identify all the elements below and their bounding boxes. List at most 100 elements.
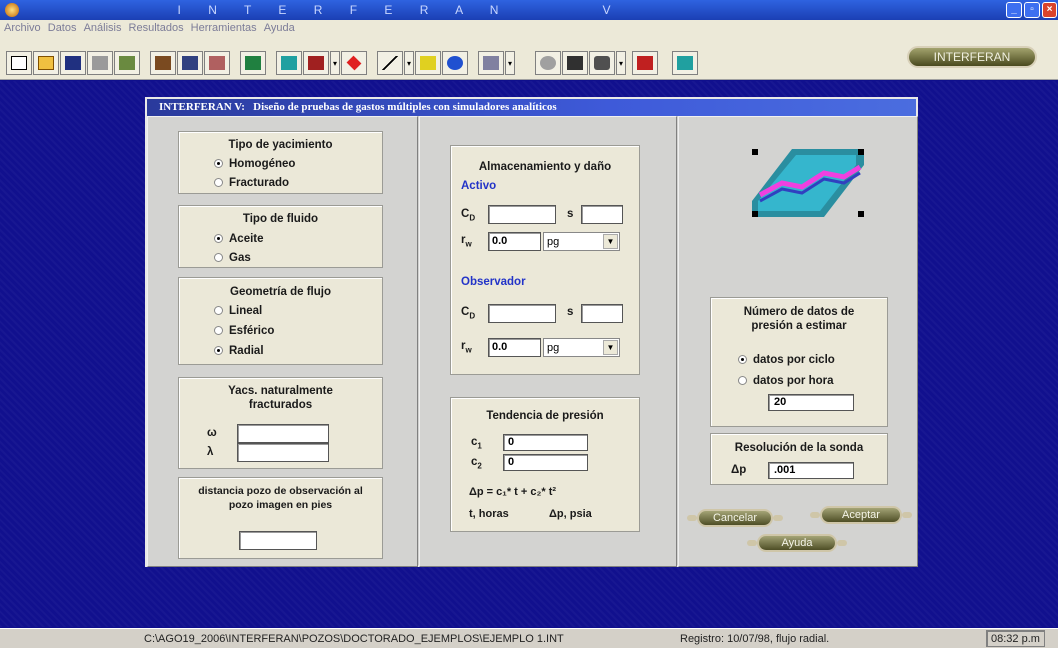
- omega-input[interactable]: [237, 424, 329, 443]
- report-dropdown-icon[interactable]: ▾: [330, 51, 340, 75]
- menu-datos[interactable]: Datos: [44, 20, 77, 34]
- activo-rw-input[interactable]: 0.0: [488, 232, 541, 251]
- radio-selected-icon: [214, 159, 223, 168]
- radio-radial[interactable]: Radial: [214, 345, 264, 357]
- probe-resolution-group: Resolución de la sonda Δp .001: [710, 433, 888, 485]
- obs-cd-input[interactable]: [488, 304, 556, 323]
- reservoir-type-group: Tipo de yacimiento Homogéneo Fracturado: [178, 131, 383, 194]
- pressure-trend-title: Tendencia de presión: [486, 410, 604, 422]
- activo-s-input[interactable]: [581, 205, 623, 224]
- dialog-title: INTERFERAN V: Diseño de pruebas de gasto…: [147, 99, 916, 116]
- maximize-button[interactable]: ▫: [1024, 2, 1040, 18]
- probe-resolution-input[interactable]: .001: [768, 462, 854, 479]
- menu-herramientas[interactable]: Herramientas: [187, 20, 257, 34]
- gear-dropdown-icon[interactable]: ▾: [616, 51, 626, 75]
- design-dialog: INTERFERAN V: Diseño de pruebas de gasto…: [145, 97, 918, 567]
- monitor-icon[interactable]: [562, 51, 588, 75]
- status-clock: 08:32 p.m: [986, 630, 1045, 647]
- flow-geometry-title: Geometría de flujo: [230, 286, 331, 298]
- save-icon[interactable]: [60, 51, 86, 75]
- radio-datos-por-ciclo[interactable]: datos por ciclo: [738, 354, 835, 366]
- storage-damage-group: Almacenamiento y daño Activo CD s rw 0.0…: [450, 145, 640, 375]
- activo-cd-input[interactable]: [488, 205, 556, 224]
- reservoir-type-title: Tipo de yacimiento: [228, 139, 333, 151]
- accept-button[interactable]: Aceptar: [810, 506, 912, 524]
- tools-icon[interactable]: [632, 51, 658, 75]
- pressure-units-label: Δp, psia: [549, 508, 592, 520]
- middle-column: Almacenamiento y daño Activo CD s rw 0.0…: [419, 116, 677, 567]
- chevron-down-icon[interactable]: ▼: [603, 234, 618, 249]
- plot-window-icon[interactable]: [276, 51, 302, 75]
- obs-s-label: s: [567, 306, 574, 318]
- line-tool-icon[interactable]: [377, 51, 403, 75]
- status-bar: C:\AGO19_2006\INTERFERAN\POZOS\DOCTORADO…: [0, 628, 1058, 648]
- obs-unit-select[interactable]: pg ▼: [543, 338, 620, 357]
- open-folder-icon[interactable]: [33, 51, 59, 75]
- radio-fracturado[interactable]: Fracturado: [214, 177, 289, 189]
- image-distance-input[interactable]: [239, 531, 317, 550]
- report-icon[interactable]: [303, 51, 329, 75]
- save-disabled-icon[interactable]: [87, 51, 113, 75]
- gear-icon[interactable]: [589, 51, 615, 75]
- disk-icon[interactable]: [535, 51, 561, 75]
- activo-cd-label: CD: [461, 208, 476, 223]
- image-distance-group: distancia pozo de observación al pozo im…: [178, 477, 383, 559]
- crosshair-icon[interactable]: [415, 51, 441, 75]
- calculator-icon[interactable]: [240, 51, 266, 75]
- close-button[interactable]: ×: [1042, 2, 1057, 18]
- omega-label: ω: [207, 427, 217, 439]
- data-count-title-2: presión a estimar: [751, 320, 847, 332]
- radio-empty-icon: [214, 326, 223, 335]
- radio-selected-icon: [214, 346, 223, 355]
- radio-selected-icon: [738, 355, 747, 364]
- image-icon[interactable]: [114, 51, 140, 75]
- radio-homogeneo[interactable]: Homogéneo: [214, 158, 295, 170]
- lambda-input[interactable]: [237, 443, 329, 462]
- minimize-button[interactable]: _: [1006, 2, 1022, 18]
- obs-rw-label: rw: [461, 340, 472, 355]
- interferan-button[interactable]: INTERFERAN: [907, 46, 1037, 68]
- graph-type-icon[interactable]: [478, 51, 504, 75]
- c2-input[interactable]: 0: [503, 454, 588, 471]
- radio-esferico[interactable]: Esférico: [214, 325, 274, 337]
- radio-empty-icon: [214, 178, 223, 187]
- new-file-icon[interactable]: [6, 51, 32, 75]
- window-title: I N T E R F E R A N V: [177, 3, 623, 17]
- radio-gas[interactable]: Gas: [214, 252, 251, 264]
- menu-analisis[interactable]: Análisis: [80, 20, 122, 34]
- menu-ayuda[interactable]: Ayuda: [260, 20, 295, 34]
- obs-rw-input[interactable]: 0.0: [488, 338, 541, 357]
- line-dropdown-icon[interactable]: ▾: [404, 51, 414, 75]
- table-icon[interactable]: [177, 51, 203, 75]
- color-palette-icon[interactable]: [442, 51, 468, 75]
- building-icon[interactable]: [150, 51, 176, 75]
- radio-selected-icon: [214, 234, 223, 243]
- activo-unit-select[interactable]: pg ▼: [543, 232, 620, 251]
- obs-s-input[interactable]: [581, 304, 623, 323]
- radio-aceite[interactable]: Aceite: [214, 233, 264, 245]
- storage-damage-title: Almacenamiento y daño: [478, 161, 612, 173]
- time-units-label: t, horas: [469, 508, 509, 520]
- red-diamond-icon[interactable]: [341, 51, 367, 75]
- graph-dropdown-icon[interactable]: ▾: [505, 51, 515, 75]
- chart-edit-icon[interactable]: [204, 51, 230, 75]
- fluid-type-group: Tipo de fluido Aceite Gas: [178, 205, 383, 268]
- help-button[interactable]: Ayuda: [747, 534, 847, 552]
- radio-empty-icon: [214, 253, 223, 262]
- menu-archivo[interactable]: Archivo: [0, 20, 41, 34]
- c2-label: c2: [471, 456, 482, 471]
- radio-lineal[interactable]: Lineal: [214, 305, 262, 317]
- radio-empty-icon: [738, 376, 747, 385]
- chevron-down-icon[interactable]: ▼: [603, 340, 618, 355]
- radio-datos-por-hora[interactable]: datos por hora: [738, 375, 834, 387]
- observador-label: Observador: [461, 276, 526, 288]
- menu-resultados[interactable]: Resultados: [125, 20, 184, 34]
- naturally-fractured-title-2: fracturados: [248, 399, 313, 411]
- image-distance-title-1: distancia pozo de observación al: [198, 485, 363, 497]
- exit-icon[interactable]: [672, 51, 698, 75]
- cancel-button[interactable]: Cancelar: [687, 509, 783, 527]
- c1-label: c1: [471, 436, 482, 451]
- data-count-input[interactable]: 20: [768, 394, 854, 411]
- c1-input[interactable]: 0: [503, 434, 588, 451]
- image-distance-title-2: pozo imagen en pies: [228, 499, 333, 511]
